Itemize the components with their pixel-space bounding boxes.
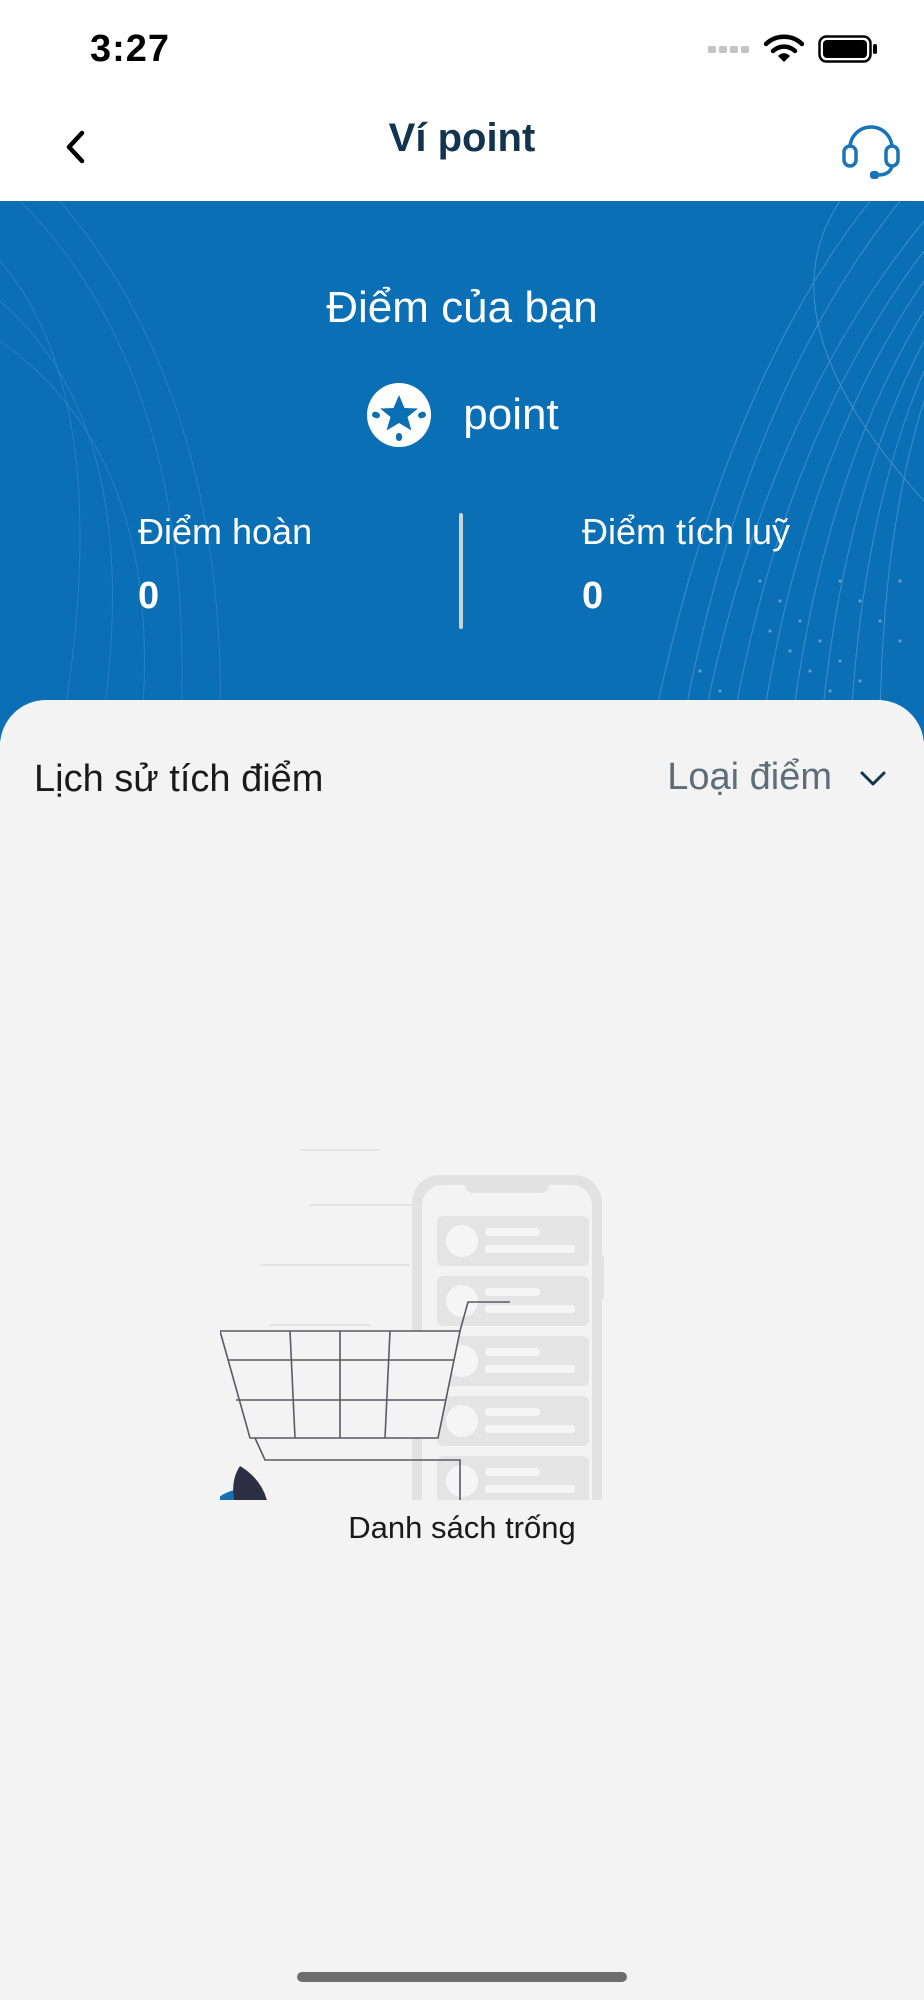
star-badge-icon [367,383,432,447]
filter-label: Loại điểm [667,756,832,798]
accumulated-points-label: Điểm tích luỹ [582,511,791,552]
status-time: 3:27 [90,28,171,70]
points-history-panel: Lịch sử tích điểm Loại điểm Danh sách tr… [0,700,924,2000]
battery-icon [818,35,877,63]
home-indicator [297,1972,627,1982]
navigation-bar: Ví point [0,96,924,201]
empty-list-message: Danh sách trống [348,1510,576,1545]
empty-cart-illustration [220,1149,604,1500]
refund-points-value: 0 [138,575,160,617]
wifi-icon [764,34,804,62]
history-title: Lịch sử tích điểm [34,758,324,800]
accumulated-points-value: 0 [582,575,604,617]
status-bar: 3:27 [0,0,924,96]
cellular-signal-icon [708,46,749,53]
status-icons [708,34,878,64]
stats-divider [459,513,463,629]
chevron-down-icon [860,771,886,785]
points-brand: point [0,381,924,449]
page-title: Ví point [388,116,536,160]
point-type-filter[interactable]: Loại điểm [667,756,888,799]
headset-icon [842,125,900,179]
points-summary-banner: Điểm của bạn point Điểm hoàn 0 Điểm tích… [0,201,924,741]
accumulated-points: Điểm tích luỹ 0 [582,511,790,618]
refund-points: Điểm hoàn 0 [138,511,312,618]
your-points-heading: Điểm của bạn [326,283,598,332]
banner-wave-pattern [0,201,924,741]
refund-points-label: Điểm hoàn [138,511,313,552]
support-button[interactable] [840,118,902,180]
brand-name: point [463,390,559,439]
